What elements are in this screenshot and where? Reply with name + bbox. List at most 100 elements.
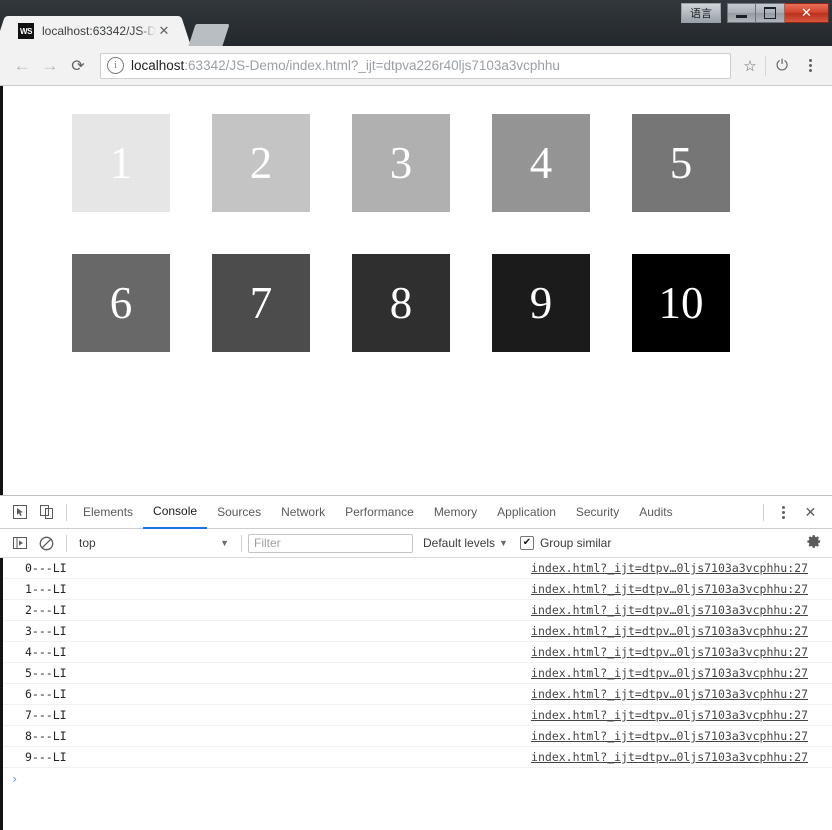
forward-icon[interactable]: → — [36, 52, 64, 80]
new-tab-button[interactable] — [188, 24, 229, 46]
log-levels-label: Default levels — [423, 536, 495, 550]
console-log-row: 3---LIindex.html?_ijt=dtpv…0ljs7103a3vcp… — [3, 621, 832, 642]
browser-menu-icon[interactable] — [796, 52, 824, 80]
console-log-row: 1---LIindex.html?_ijt=dtpv…0ljs7103a3vcp… — [3, 579, 832, 600]
url-text: localhost:63342/JS-Demo/index.html?_ijt=… — [131, 58, 560, 73]
console-log-source-link[interactable]: index.html?_ijt=dtpv…0ljs7103a3vcphhu:27 — [531, 666, 808, 680]
number-box[interactable]: 9 — [492, 254, 590, 352]
toolbar-divider — [765, 56, 766, 76]
console-log-source-link[interactable]: index.html?_ijt=dtpv…0ljs7103a3vcphhu:27 — [531, 645, 808, 659]
log-levels-select[interactable]: Default levels ▼ — [423, 536, 508, 550]
console-log-source-link[interactable]: index.html?_ijt=dtpv…0ljs7103a3vcphhu:27 — [531, 750, 808, 764]
console-log-row: 2---LIindex.html?_ijt=dtpv…0ljs7103a3vcp… — [3, 600, 832, 621]
three-dots-icon — [782, 506, 785, 519]
ime-indicator[interactable]: 语言 — [681, 3, 721, 23]
chevron-down-icon: ▼ — [220, 538, 229, 548]
browser-tab[interactable]: WS localhost:63342/JS-Dem ✕ — [8, 16, 178, 46]
devtools-tab-audits[interactable]: Audits — [629, 496, 682, 529]
devtools-tab-elements[interactable]: Elements — [73, 496, 143, 529]
console-filter-input[interactable] — [248, 534, 413, 553]
devtools-tab-application[interactable]: Application — [487, 496, 566, 529]
console-output[interactable]: 0---LIindex.html?_ijt=dtpv…0ljs7103a3vcp… — [0, 558, 832, 830]
minimize-icon — [736, 15, 747, 18]
number-box[interactable]: 3 — [352, 114, 450, 212]
devtools-tabbar-actions: ✕ — [757, 499, 832, 525]
page-viewport: 12345 6789 10 — [0, 86, 832, 495]
box-grid: 12345 6789 10 — [3, 86, 792, 394]
group-similar-checkbox[interactable]: ✔ — [520, 536, 534, 550]
execution-context-value: top — [79, 536, 96, 550]
console-log-source-link[interactable]: index.html?_ijt=dtpv…0ljs7103a3vcphhu:27 — [531, 603, 808, 617]
number-box[interactable]: 7 — [212, 254, 310, 352]
devtools-tab-bar: ElementsConsoleSourcesNetworkPerformance… — [0, 496, 832, 529]
console-filter-bar: top ▼ Default levels ▼ ✔ Group similar — [0, 529, 832, 558]
minimize-button[interactable] — [727, 3, 756, 23]
title-bar: WS localhost:63342/JS-Dem ✕ 语言 ✕ — [0, 0, 832, 46]
group-similar-label: Group similar — [540, 536, 611, 550]
console-log-source-link[interactable]: index.html?_ijt=dtpv…0ljs7103a3vcphhu:27 — [531, 582, 808, 596]
devtools-more-menu-icon[interactable] — [770, 499, 797, 525]
maximize-button[interactable] — [756, 3, 785, 23]
close-tab-icon[interactable]: ✕ — [156, 23, 172, 39]
number-box[interactable]: 6 — [72, 254, 170, 352]
console-log-message: 6---LI — [25, 687, 531, 701]
window-controls: 语言 ✕ — [681, 2, 829, 24]
filterbar-divider-2 — [241, 535, 242, 552]
execution-context-select[interactable]: top ▼ — [73, 533, 235, 553]
clear-console-icon[interactable] — [33, 530, 60, 556]
devtools-tabs: ElementsConsoleSourcesNetworkPerformance… — [73, 496, 683, 529]
console-log-message: 3---LI — [25, 624, 531, 638]
number-box[interactable]: 10 — [632, 254, 730, 352]
devtools-actions-divider — [763, 504, 764, 521]
power-icon[interactable]: ⏻ — [768, 52, 796, 80]
browser-window: WS localhost:63342/JS-Dem ✕ 语言 ✕ ← → ⟳ i… — [0, 0, 832, 830]
console-log-message: 4---LI — [25, 645, 531, 659]
console-log-source-link[interactable]: index.html?_ijt=dtpv…0ljs7103a3vcphhu:27 — [531, 708, 808, 722]
console-log-row: 9---LIindex.html?_ijt=dtpv…0ljs7103a3vcp… — [3, 747, 832, 768]
console-log-source-link[interactable]: index.html?_ijt=dtpv…0ljs7103a3vcphhu:27 — [531, 729, 808, 743]
console-log-message: 0---LI — [25, 561, 531, 575]
number-box[interactable]: 8 — [352, 254, 450, 352]
number-box[interactable]: 2 — [212, 114, 310, 212]
console-log-source-link[interactable]: index.html?_ijt=dtpv…0ljs7103a3vcphhu:27 — [531, 561, 808, 575]
address-bar[interactable]: i localhost:63342/JS-Demo/index.html?_ij… — [100, 53, 731, 79]
page-info-icon[interactable]: i — [107, 57, 124, 74]
console-prompt-row[interactable]: › — [3, 768, 832, 789]
devtools-tab-performance[interactable]: Performance — [335, 496, 424, 529]
console-log-source-link[interactable]: index.html?_ijt=dtpv…0ljs7103a3vcphhu:27 — [531, 687, 808, 701]
console-log-row: 8---LIindex.html?_ijt=dtpv…0ljs7103a3vcp… — [3, 726, 832, 747]
devtools-tab-network[interactable]: Network — [271, 496, 335, 529]
console-log-message: 7---LI — [25, 708, 531, 722]
reload-icon[interactable]: ⟳ — [64, 52, 92, 80]
group-similar-toggle[interactable]: ✔ Group similar — [520, 536, 611, 550]
bookmark-star-icon[interactable]: ☆ — [737, 53, 763, 79]
console-sidebar-toggle-icon[interactable] — [6, 530, 33, 556]
three-dots-icon — [809, 59, 812, 72]
devtools-close-icon[interactable]: ✕ — [797, 499, 824, 525]
number-box[interactable]: 4 — [492, 114, 590, 212]
devtools-tab-console[interactable]: Console — [143, 496, 207, 529]
chevron-down-icon: ▼ — [499, 538, 508, 548]
device-toolbar-icon[interactable] — [33, 499, 60, 525]
console-log-source-link[interactable]: index.html?_ijt=dtpv…0ljs7103a3vcphhu:27 — [531, 624, 808, 638]
devtools-settings-gear-icon[interactable] — [807, 534, 822, 553]
devtools-panel: ElementsConsoleSourcesNetworkPerformance… — [0, 495, 832, 830]
number-box[interactable]: 1 — [72, 114, 170, 212]
tab-strip: WS localhost:63342/JS-Dem ✕ — [8, 0, 226, 46]
devtools-tab-security[interactable]: Security — [566, 496, 629, 529]
console-prompt-arrow-icon: › — [11, 772, 18, 786]
inspect-element-icon[interactable] — [6, 499, 33, 525]
back-icon[interactable]: ← — [8, 52, 36, 80]
console-log-row: 6---LIindex.html?_ijt=dtpv…0ljs7103a3vcp… — [3, 684, 832, 705]
console-log-message: 9---LI — [25, 750, 531, 764]
number-box[interactable]: 5 — [632, 114, 730, 212]
console-log-message: 2---LI — [25, 603, 531, 617]
devtools-tab-memory[interactable]: Memory — [424, 496, 487, 529]
close-window-button[interactable]: ✕ — [785, 3, 829, 23]
devtools-tabbar-divider — [66, 504, 67, 521]
filterbar-divider-1 — [66, 535, 67, 552]
tab-title: localhost:63342/JS-Dem — [42, 24, 156, 38]
browser-toolbar: ← → ⟳ i localhost:63342/JS-Demo/index.ht… — [0, 46, 832, 86]
devtools-tab-sources[interactable]: Sources — [207, 496, 271, 529]
console-log-row: 4---LIindex.html?_ijt=dtpv…0ljs7103a3vcp… — [3, 642, 832, 663]
